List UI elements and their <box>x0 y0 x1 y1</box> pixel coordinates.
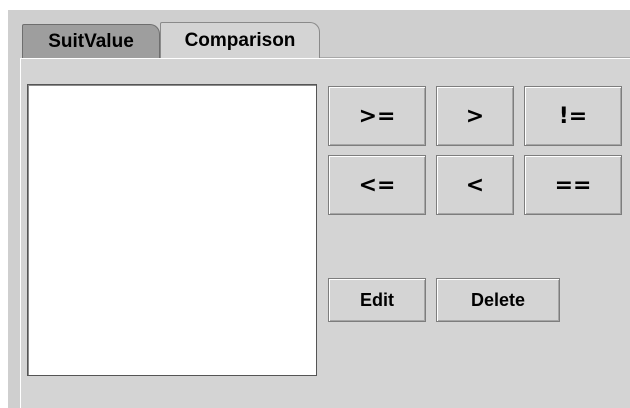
greater-than-button[interactable]: > <box>436 86 514 146</box>
greater-equal-button[interactable]: >= <box>328 86 426 146</box>
less-than-button[interactable]: < <box>436 155 514 215</box>
comparison-list[interactable] <box>27 84 317 376</box>
tab-comparison[interactable]: Comparison <box>160 22 320 58</box>
edit-button[interactable]: Edit <box>328 278 426 322</box>
not-equal-button[interactable]: != <box>524 86 622 146</box>
delete-button[interactable]: Delete <box>436 278 560 322</box>
less-equal-button[interactable]: <= <box>328 155 426 215</box>
tab-suitvalue[interactable]: SuitValue <box>22 24 160 58</box>
tab-suitvalue-label: SuitValue <box>48 30 134 52</box>
equal-button[interactable]: == <box>524 155 622 215</box>
comparison-editor-window: SuitValue Comparison >= > != <= < == Edi… <box>8 10 630 408</box>
tab-comparison-label: Comparison <box>184 29 296 51</box>
